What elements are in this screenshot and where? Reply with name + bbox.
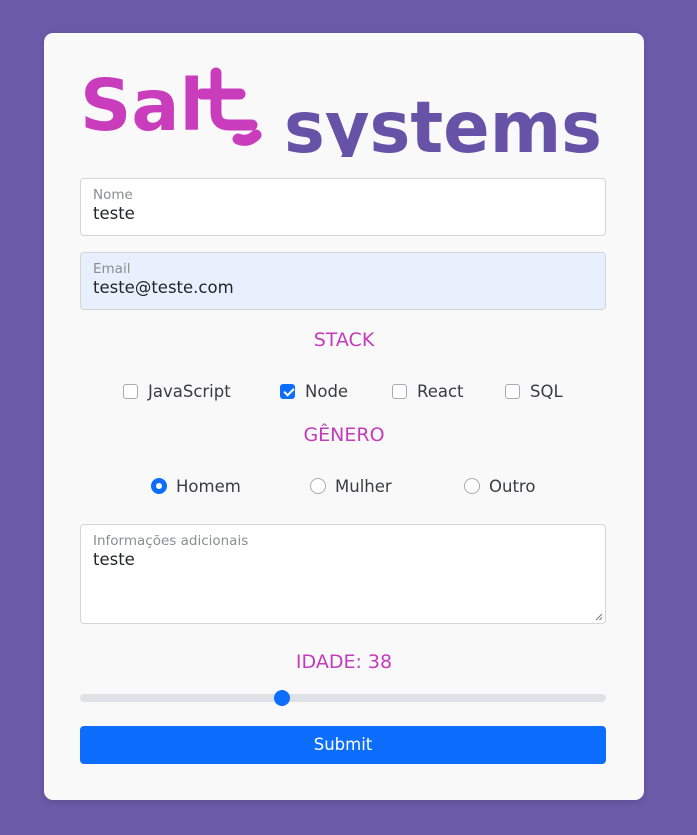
resize-grip-icon[interactable] [595,613,603,621]
nome-field[interactable]: Nome teste [80,178,606,236]
nome-value: teste [93,204,135,223]
sql-checkbox[interactable] [505,383,520,399]
genero-option-outro[interactable]: Outro [464,475,535,497]
stack-title: STACK [313,329,375,351]
sql-label: SQL [530,381,563,401]
informacoes-value: teste [93,550,135,569]
react-label: React [417,381,464,401]
javascript-label: JavaScript [148,381,231,401]
email-value: teste@teste.com [93,278,234,297]
node-label: Node [305,381,349,401]
mulher-label: Mulher [335,476,392,496]
idade-title: IDADE: 38 [295,651,393,673]
stack-option-react[interactable]: React [392,380,464,402]
stack-option-javascript[interactable]: JavaScript [123,380,231,402]
stack-option-node[interactable]: Node [280,380,348,402]
nome-label: Nome [93,187,133,203]
genero-option-homem[interactable]: Homem [151,475,241,497]
svg-text:Sal: Sal [80,64,204,147]
stack-option-sql[interactable]: SQL [505,380,563,402]
slider-thumb[interactable] [273,690,290,706]
genero-option-mulher[interactable]: Mulher [310,475,392,497]
genero-title: GÊNERO [303,424,385,446]
informacoes-textarea[interactable]: Informações adicionais teste [80,524,606,624]
javascript-checkbox[interactable] [123,383,138,399]
outro-radio[interactable] [464,478,480,494]
node-checkbox[interactable] [280,383,295,399]
form-card: Sal systems Nome teste Email teste@teste… [44,33,644,800]
homem-label: Homem [176,476,241,496]
salt-systems-logo: Sal systems [80,57,606,157]
idade-slider[interactable] [80,687,606,709]
outro-label: Outro [489,476,536,496]
email-field[interactable]: Email teste@teste.com [80,252,606,310]
homem-radio[interactable] [151,478,167,494]
email-label: Email [93,261,131,277]
svg-text:systems: systems [284,86,602,157]
informacoes-label: Informações adicionais [93,533,249,549]
mulher-radio[interactable] [310,478,326,494]
submit-button[interactable]: Submit [80,726,606,764]
react-checkbox[interactable] [392,383,407,399]
slider-track[interactable] [80,694,606,702]
